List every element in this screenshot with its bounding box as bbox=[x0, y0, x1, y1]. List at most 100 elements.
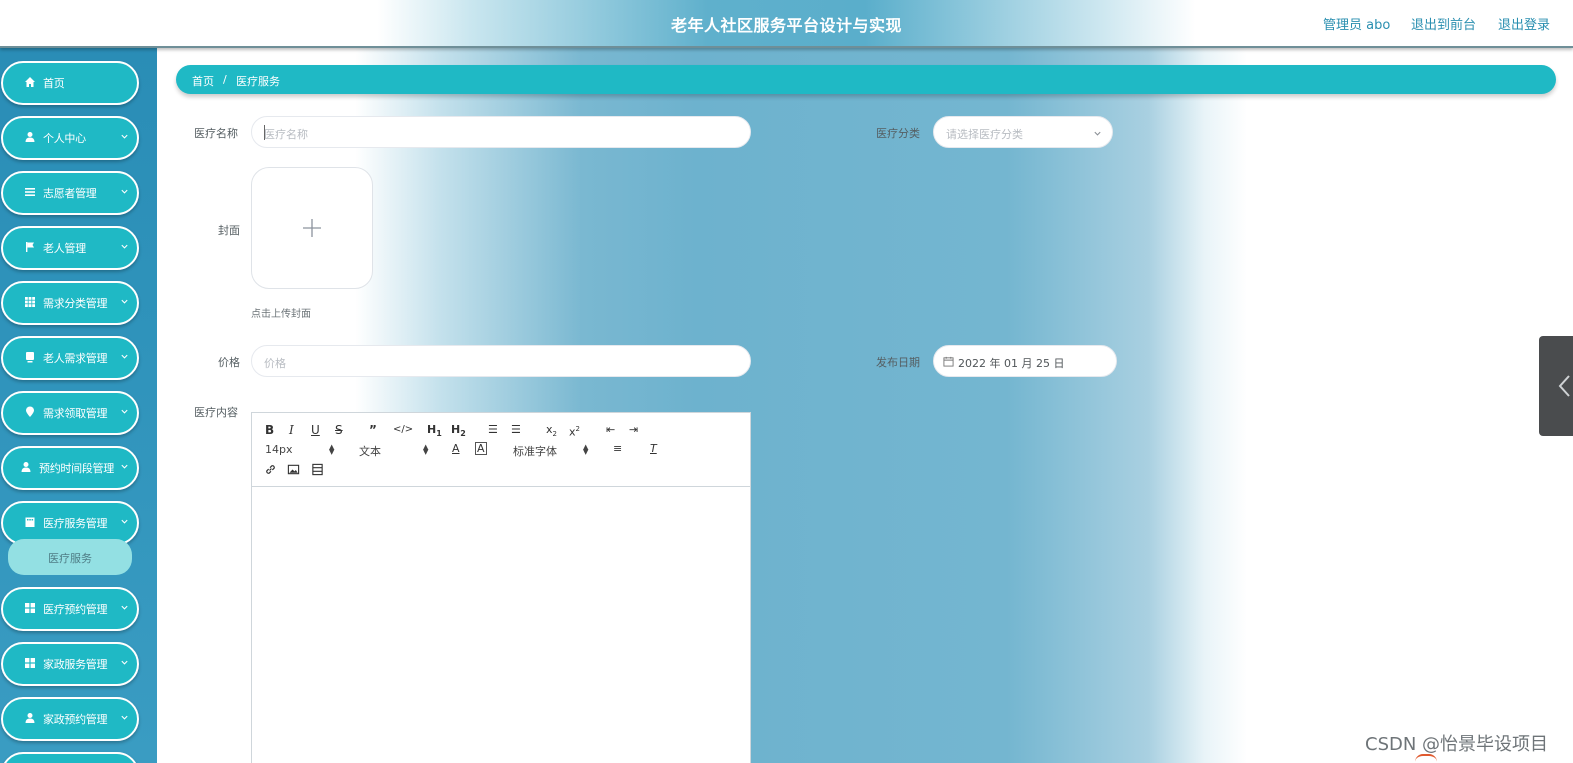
chevron-down-icon bbox=[121, 354, 128, 359]
bold-icon[interactable]: B bbox=[265, 423, 274, 437]
category-label: 医疗分类 bbox=[876, 127, 920, 140]
home-icon bbox=[25, 77, 35, 87]
publish-date-label: 发布日期 bbox=[876, 356, 920, 369]
collapse-side-tab[interactable] bbox=[1539, 336, 1573, 436]
flag-icon bbox=[26, 242, 34, 252]
strikethrough-icon[interactable]: S bbox=[335, 423, 343, 437]
underline-icon[interactable]: U bbox=[311, 423, 320, 437]
align-icon[interactable]: ≡ bbox=[613, 442, 622, 456]
sidebar-item-housekeeping-services[interactable]: 家政服务管理 bbox=[1, 642, 139, 686]
building-icon bbox=[25, 517, 35, 527]
price-input[interactable]: 价格 bbox=[251, 345, 751, 377]
sidebar-item-label: 医疗预约管理 bbox=[43, 603, 108, 616]
font-size-select[interactable]: 14px ▲ ▼ bbox=[265, 443, 334, 456]
sidebar-subitem-label: 医疗服务 bbox=[48, 552, 92, 565]
header-select[interactable]: 文本 ▲ ▼ bbox=[359, 443, 428, 459]
h2-icon[interactable]: H2 bbox=[451, 423, 466, 441]
sidebar-item-elderly-demands[interactable]: 老人需求管理 bbox=[1, 336, 139, 380]
chevron-down-icon bbox=[121, 715, 128, 720]
select-arrows-icon: ▲ ▼ bbox=[583, 443, 589, 456]
sidebar-item-volunteers[interactable]: 志愿者管理 bbox=[1, 171, 139, 215]
sidebar-subitem-medical-service[interactable]: 医疗服务 bbox=[8, 539, 132, 575]
sidebar-item-home[interactable]: 首页 bbox=[1, 61, 139, 105]
sidebar-item-time-slots[interactable]: 预约时间段管理 bbox=[1, 446, 139, 490]
chevron-down-icon bbox=[1094, 131, 1101, 136]
medical-name-input[interactable]: 医疗名称 bbox=[251, 116, 751, 148]
sidebar-item-medical-booking[interactable]: 医疗预约管理 bbox=[1, 587, 139, 631]
select-arrows-icon: ▲ ▼ bbox=[329, 443, 335, 456]
sidebar-item-more[interactable] bbox=[1, 752, 139, 763]
cover-label: 封面 bbox=[218, 224, 240, 237]
csdn-watermark: CSDN @怡景毕设项目 bbox=[1365, 734, 1549, 755]
sidebar-item-housekeeping-booking[interactable]: 家政预约管理 bbox=[1, 697, 139, 741]
sidebar-item-label: 志愿者管理 bbox=[43, 187, 97, 200]
italic-icon[interactable]: I bbox=[289, 423, 294, 437]
background-color-icon[interactable]: A bbox=[475, 442, 487, 455]
content-label: 医疗内容 bbox=[194, 406, 238, 419]
ordered-list-icon[interactable]: ☰ bbox=[488, 423, 498, 437]
user-icon bbox=[25, 713, 35, 723]
logout-link[interactable]: 退出登录 bbox=[1498, 14, 1550, 33]
subscript-icon[interactable]: x2 bbox=[546, 423, 557, 441]
sidebar-item-personal-center[interactable]: 个人中心 bbox=[1, 116, 139, 160]
indent-icon[interactable]: ⇥ bbox=[629, 423, 638, 437]
editor-content-area[interactable] bbox=[252, 487, 750, 763]
chevron-down-icon bbox=[121, 464, 128, 469]
clear-format-icon[interactable]: T bbox=[650, 442, 657, 456]
chevron-down-icon bbox=[121, 409, 128, 414]
decorative-mark bbox=[1415, 754, 1437, 762]
sidebar-item-label: 预约时间段管理 bbox=[39, 462, 114, 475]
editor-toolbar: B I U S ” </> H1 H2 ☰ ☰ x2 x2 ⇤ ⇥ 14px ▲… bbox=[252, 413, 750, 487]
sidebar-item-label: 家政预约管理 bbox=[43, 713, 108, 726]
category-placeholder: 请选择医疗分类 bbox=[946, 128, 1023, 141]
sidebar-item-demand-category[interactable]: 需求分类管理 bbox=[1, 281, 139, 325]
apps-icon bbox=[25, 658, 35, 668]
plus-icon bbox=[303, 219, 321, 237]
sidebar-item-label: 老人管理 bbox=[43, 242, 86, 255]
text-cursor bbox=[264, 125, 265, 140]
breadcrumb-separator: / bbox=[223, 73, 227, 86]
publish-date-picker[interactable]: 2022 年 01 月 25 日 bbox=[933, 345, 1117, 377]
top-header: 老年人社区服务平台设计与实现 管理员 abo 退出到前台 退出登录 bbox=[0, 0, 1573, 48]
font-color-icon[interactable]: A bbox=[452, 442, 460, 456]
h1-icon[interactable]: H1 bbox=[427, 423, 442, 441]
document-icon bbox=[26, 352, 34, 363]
cover-upload-button[interactable] bbox=[251, 167, 373, 289]
chevron-down-icon bbox=[121, 244, 128, 249]
exit-to-front-link[interactable]: 退出到前台 bbox=[1411, 14, 1476, 33]
chevron-down-icon bbox=[121, 519, 128, 524]
user-icon bbox=[21, 462, 31, 472]
image-icon[interactable] bbox=[287, 463, 300, 476]
apps-icon bbox=[25, 603, 35, 613]
quote-icon[interactable]: ” bbox=[369, 423, 377, 437]
font-family-value: 标准字体 bbox=[513, 445, 557, 458]
superscript-icon[interactable]: x2 bbox=[569, 422, 580, 440]
outdent-icon[interactable]: ⇤ bbox=[606, 423, 615, 437]
link-icon[interactable] bbox=[264, 463, 277, 476]
sidebar-item-demand-claims[interactable]: 需求领取管理 bbox=[1, 391, 139, 435]
sidebar-item-label: 家政服务管理 bbox=[43, 658, 108, 671]
font-family-select[interactable]: 标准字体 ▲ ▼ bbox=[513, 443, 588, 459]
user-icon bbox=[25, 132, 35, 142]
chevron-down-icon bbox=[121, 189, 128, 194]
font-size-value: 14px bbox=[265, 443, 293, 456]
sidebar-item-label: 老人需求管理 bbox=[43, 352, 108, 365]
rich-text-editor: B I U S ” </> H1 H2 ☰ ☰ x2 x2 ⇤ ⇥ 14px ▲… bbox=[251, 412, 751, 763]
chevron-down-icon bbox=[121, 660, 128, 665]
chevron-down-icon bbox=[121, 134, 128, 139]
calendar-icon bbox=[943, 356, 954, 367]
name-placeholder: 医疗名称 bbox=[264, 128, 308, 141]
sidebar-item-label: 需求分类管理 bbox=[43, 297, 108, 310]
breadcrumb-home[interactable]: 首页 bbox=[192, 73, 214, 89]
bullet-list-icon[interactable]: ☰ bbox=[511, 423, 521, 437]
admin-user-link[interactable]: 管理员 abo bbox=[1323, 14, 1390, 33]
code-icon[interactable]: </> bbox=[393, 423, 413, 437]
medical-category-select[interactable]: 请选择医疗分类 bbox=[933, 116, 1113, 148]
breadcrumb-current: 医疗服务 bbox=[236, 75, 280, 88]
sidebar-item-elderly[interactable]: 老人管理 bbox=[1, 226, 139, 270]
price-label: 价格 bbox=[218, 356, 240, 369]
list-icon bbox=[25, 188, 35, 196]
price-placeholder: 价格 bbox=[264, 357, 286, 370]
video-icon[interactable] bbox=[311, 463, 324, 476]
sidebar-item-label: 医疗服务管理 bbox=[43, 517, 108, 530]
